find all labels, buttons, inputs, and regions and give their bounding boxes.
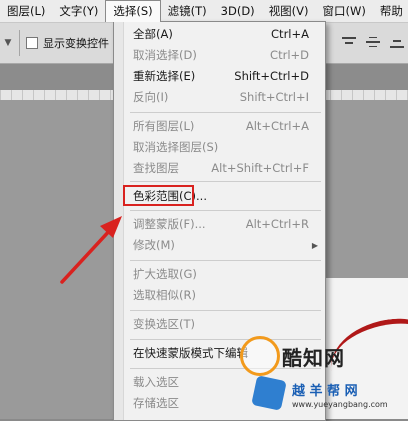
watermark-logo-icon (240, 336, 280, 376)
watermark-url: www.yueyangbang.com (292, 400, 388, 409)
watermark-title: 酷知网 (282, 346, 345, 370)
watermark-badge-icon (251, 375, 287, 411)
watermark: 酷知网 越 羊 帮 网 www.yueyangbang.com (238, 330, 408, 419)
watermark-site-name: 越 羊 帮 网 (292, 384, 358, 399)
